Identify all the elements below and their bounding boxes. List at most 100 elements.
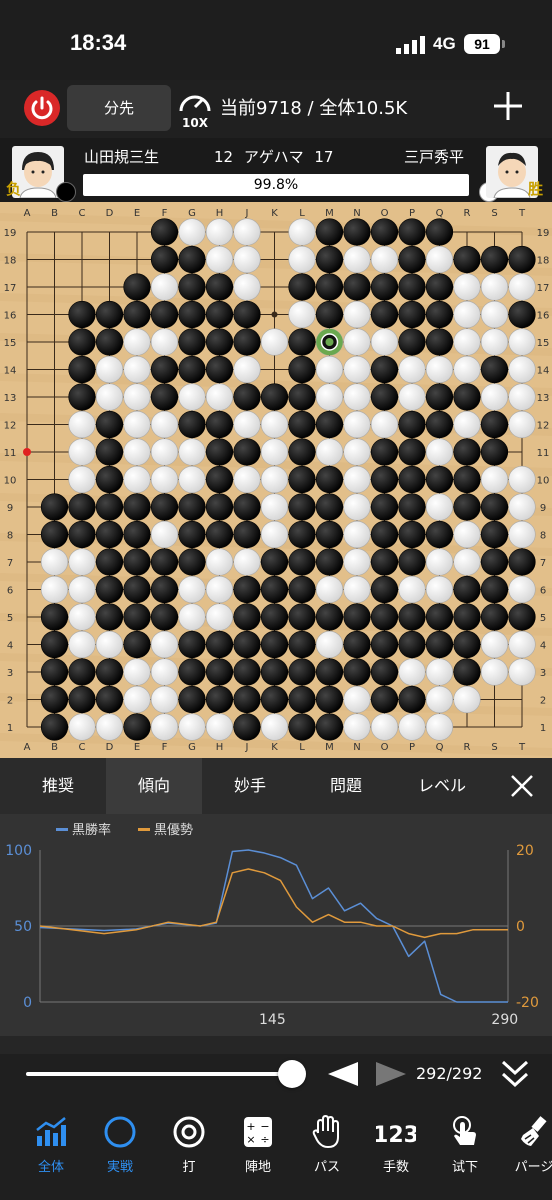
white-stone	[480, 273, 509, 301]
white-stone	[68, 438, 96, 466]
white-stone	[68, 465, 96, 494]
tool-play[interactable]: 打	[159, 1112, 219, 1175]
white-stone	[425, 685, 454, 714]
column-label: L	[299, 742, 305, 753]
white-stone	[343, 493, 371, 521]
handicap-button[interactable]: 分先	[67, 85, 171, 131]
white-stone	[205, 383, 234, 411]
black-stone	[150, 548, 179, 576]
tool-try[interactable]: 试下	[435, 1112, 495, 1175]
white-stone	[205, 218, 234, 246]
y-right-tick: 0	[516, 919, 525, 935]
black-stone	[370, 383, 399, 411]
black-stone	[398, 548, 426, 576]
move-slider-track[interactable]	[26, 1072, 290, 1076]
black-stone	[480, 575, 509, 604]
white-stone	[425, 658, 454, 686]
black-stone	[260, 603, 289, 631]
tab-trend[interactable]: 傾向	[106, 758, 202, 814]
black-stone	[288, 273, 316, 301]
white-stone	[370, 245, 399, 274]
black-stone	[370, 658, 399, 686]
white-stone	[233, 273, 261, 301]
go-board[interactable]: AABBCCDDEEFFGGHHJJKKLLMMNNOOPPQQRRSSTT19…	[0, 202, 552, 758]
players-panel: 负 山田規三生 12 アゲハマ 17 三戸秀平 99.8% 胜	[0, 138, 552, 202]
black-stone	[315, 603, 344, 631]
white-stone	[205, 575, 234, 604]
white-stone	[343, 685, 371, 714]
power-icon	[31, 96, 53, 120]
column-label: Q	[436, 742, 444, 753]
black-stone	[315, 245, 344, 274]
white-stone	[123, 410, 151, 439]
black-stone	[343, 273, 371, 301]
tab-problems[interactable]: 問題	[298, 758, 394, 814]
black-stone	[480, 603, 509, 631]
row-label: 1	[540, 723, 546, 734]
white-stone	[178, 575, 206, 604]
white-stone	[508, 658, 536, 686]
column-label: A	[24, 208, 31, 219]
tool-territory[interactable]: + − × ÷ 陣地	[228, 1112, 288, 1175]
black-stone	[123, 548, 151, 576]
black-stone	[68, 685, 96, 714]
speed-gauge-icon[interactable]: 10X	[177, 89, 213, 129]
tool-move-numbers[interactable]: 123 手数	[366, 1112, 426, 1175]
tool-actual[interactable]: 実戦	[90, 1112, 150, 1175]
power-button[interactable]	[24, 90, 60, 126]
row-label: 14	[4, 366, 17, 377]
next-move-icon[interactable]	[374, 1060, 408, 1088]
brush-icon	[521, 1116, 547, 1146]
black-result: 负	[6, 180, 22, 198]
white-stone	[123, 685, 151, 714]
svg-text:−: −	[260, 1120, 269, 1133]
analysis-tabs: 推奨 傾向 妙手 問題 レベル	[0, 758, 552, 814]
white-stone	[480, 658, 509, 686]
black-stone	[40, 520, 69, 549]
series-line	[39, 868, 508, 939]
column-label: S	[491, 742, 497, 753]
tab-recommend[interactable]: 推奨	[10, 758, 106, 814]
black-stone	[150, 603, 179, 631]
black-stone	[315, 465, 344, 494]
black-stone	[343, 218, 371, 246]
row-label: 16	[537, 311, 550, 322]
column-label: K	[271, 208, 278, 219]
white-stone	[123, 438, 151, 466]
black-stone	[370, 520, 399, 549]
tool-move-numbers-label: 手数	[382, 1160, 409, 1175]
previous-move-icon[interactable]	[326, 1060, 360, 1088]
close-icon[interactable]	[508, 772, 536, 800]
black-stone	[425, 520, 454, 549]
white-stone	[260, 410, 289, 439]
black-stone	[40, 630, 69, 659]
white-stone	[260, 493, 289, 521]
black-stone	[178, 493, 206, 521]
black-stone	[425, 273, 454, 301]
tab-best-moves[interactable]: 妙手	[202, 758, 298, 814]
black-stone	[480, 548, 509, 576]
tool-pass[interactable]: パス	[297, 1112, 357, 1175]
black-stone	[398, 685, 426, 714]
row-label: 5	[540, 613, 546, 624]
column-label: R	[464, 742, 471, 753]
black-stone	[95, 438, 124, 466]
white-stone	[453, 685, 481, 714]
white-stone	[453, 410, 481, 439]
white-stone	[315, 575, 344, 604]
white-stone	[480, 383, 509, 411]
black-stone	[205, 465, 234, 494]
white-stone	[68, 575, 96, 604]
plus-icon[interactable]	[490, 88, 526, 124]
network-type: 4G	[433, 34, 456, 53]
tool-purge[interactable]: パージ	[504, 1112, 552, 1175]
tool-overall[interactable]: 全体	[21, 1112, 81, 1175]
tab-level[interactable]: レベル	[394, 758, 490, 814]
white-stone	[95, 355, 124, 384]
black-stone	[123, 575, 151, 604]
white-stone	[68, 630, 96, 659]
row-label: 1	[7, 723, 13, 734]
y-left-tick: 50	[14, 919, 32, 935]
move-slider-handle[interactable]	[278, 1060, 306, 1088]
double-chevron-down-icon[interactable]	[500, 1058, 530, 1090]
